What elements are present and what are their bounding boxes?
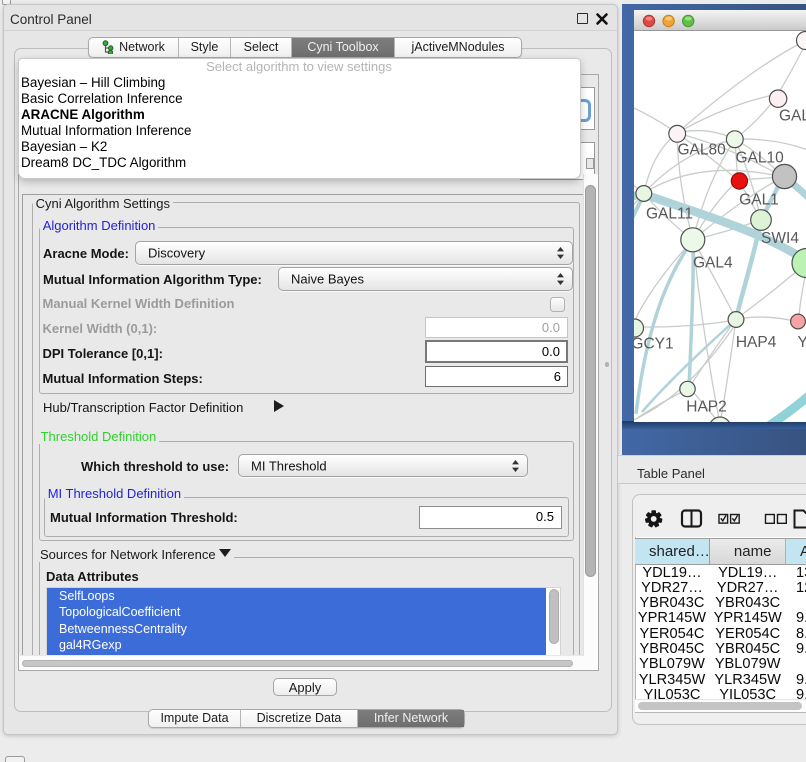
- svg-text:HAP4: HAP4: [736, 334, 777, 351]
- svg-text:GAL4: GAL4: [693, 255, 733, 272]
- svg-text:SWI4: SWI4: [761, 230, 799, 247]
- svg-text:GAL80: GAL80: [677, 142, 726, 159]
- svg-text:GAL7: GAL7: [779, 108, 806, 125]
- svg-text:GCY1: GCY1: [634, 336, 674, 353]
- svg-text:GAL11: GAL11: [646, 206, 693, 223]
- svg-text:YP: YP: [798, 334, 806, 351]
- svg-text:GAL1: GAL1: [739, 191, 779, 208]
- svg-text:GAL10: GAL10: [735, 149, 784, 166]
- svg-text:HAP2: HAP2: [686, 399, 727, 416]
